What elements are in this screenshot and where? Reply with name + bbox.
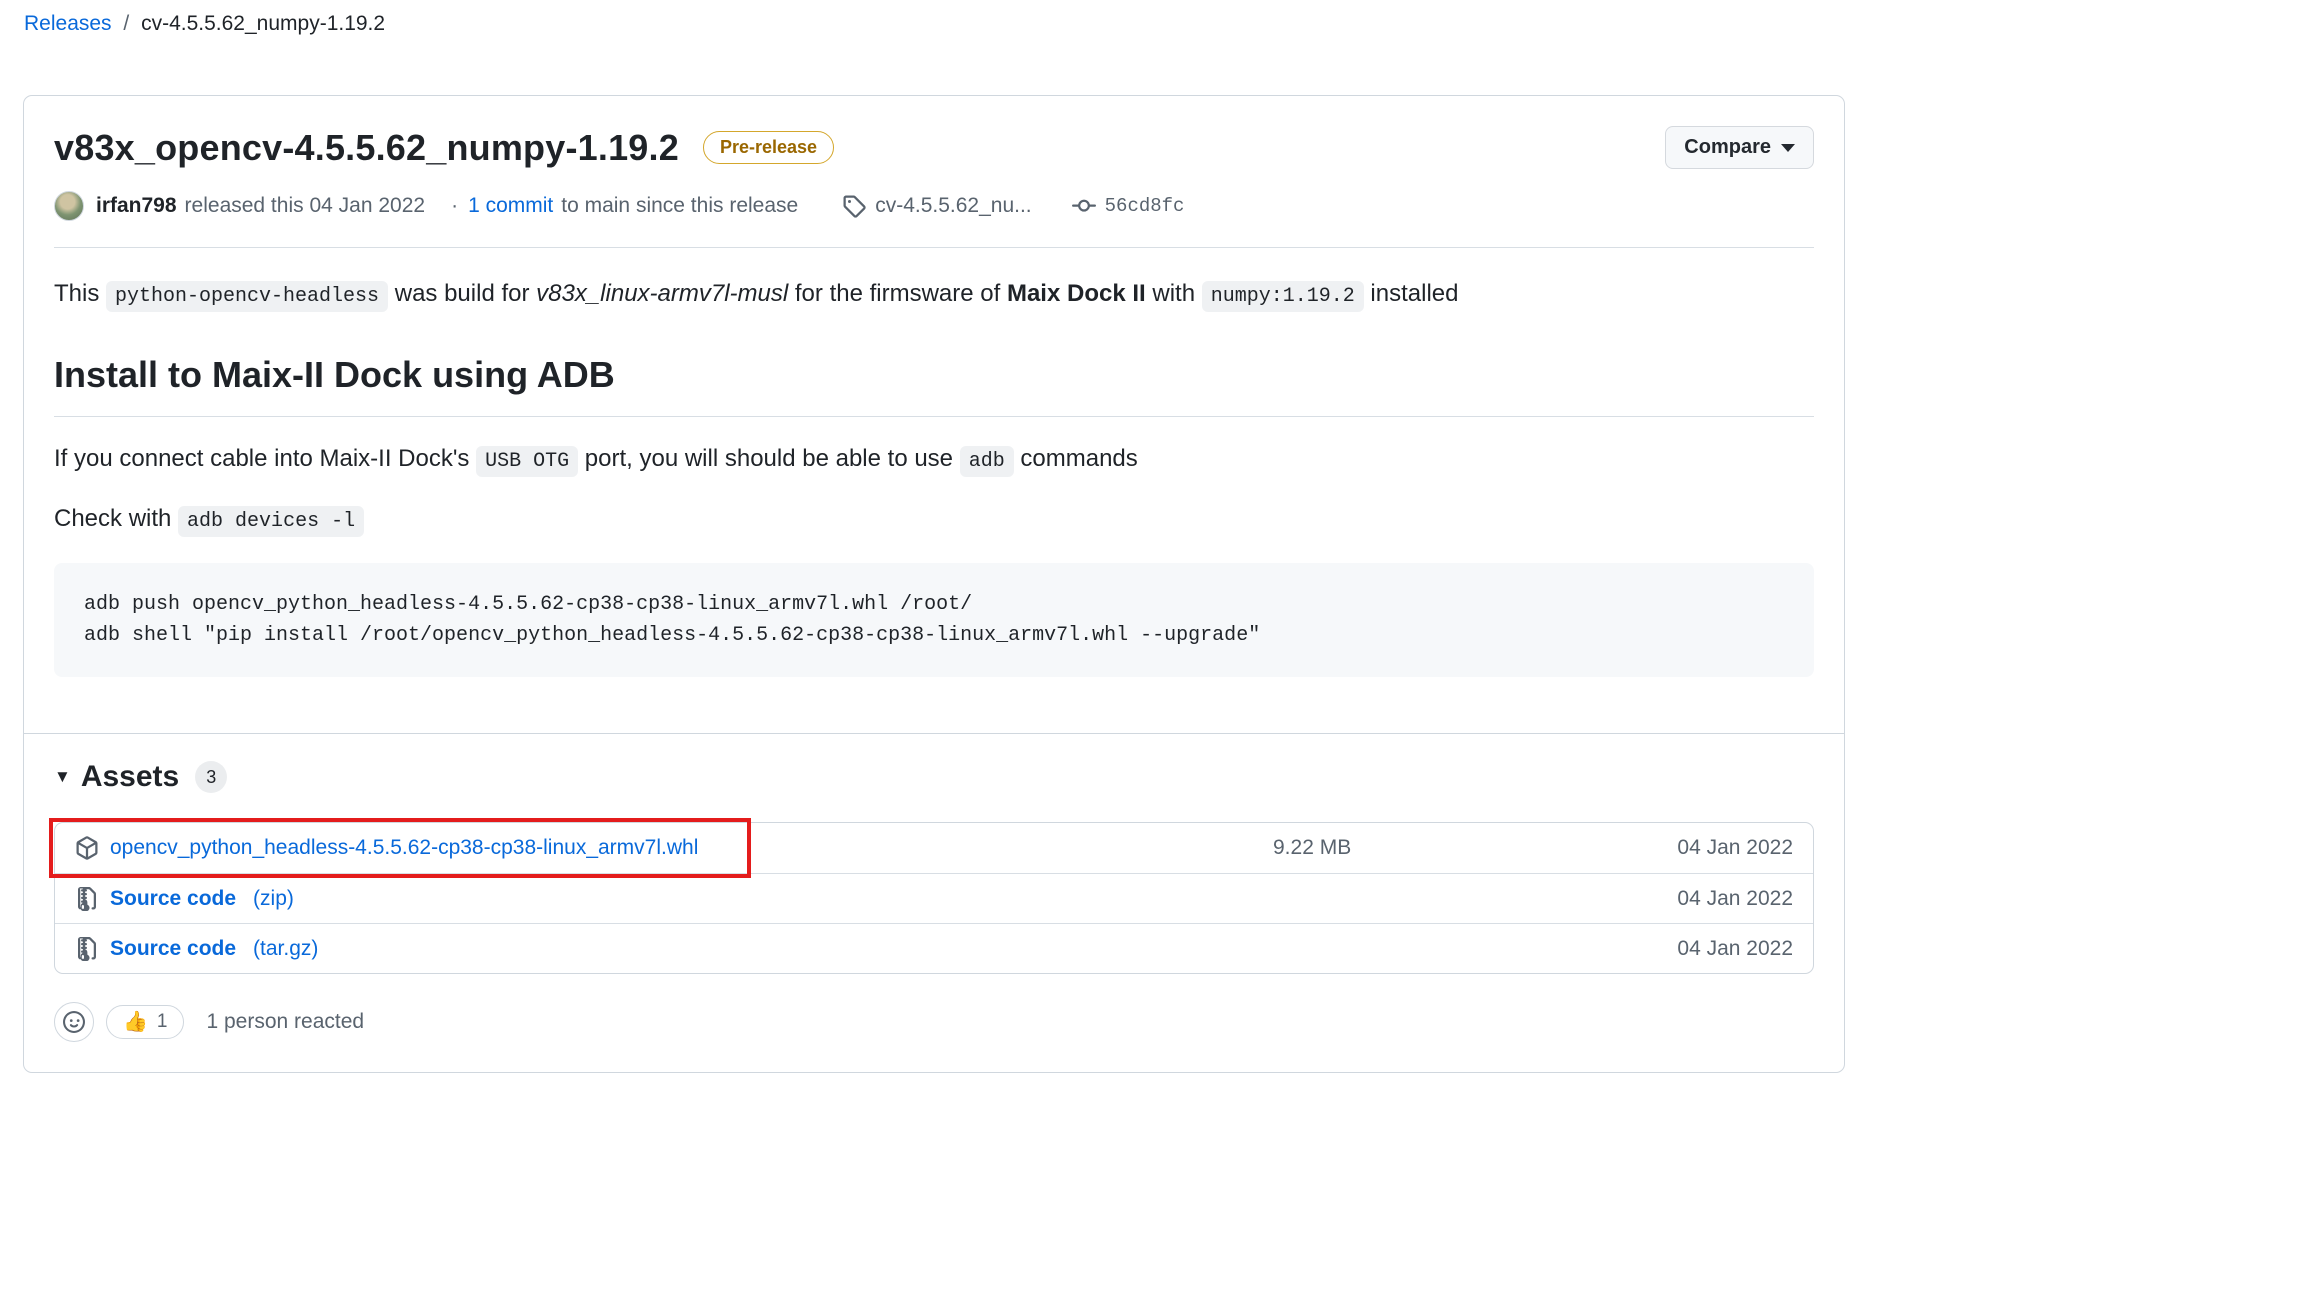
tag-group: cv-4.5.5.62_nu...	[842, 194, 1032, 218]
check-paragraph: Check with adb devices -l	[54, 501, 1814, 537]
release-title: v83x_opencv-4.5.5.62_numpy-1.19.2	[54, 126, 679, 168]
title-row: v83x_opencv-4.5.5.62_numpy-1.19.2 Pre-re…	[54, 126, 1814, 169]
bold-text: Maix Dock II	[1006, 280, 1146, 307]
source-targz-suffix[interactable]: (tar.gz)	[253, 937, 318, 961]
source-targz-link[interactable]: Source code	[110, 937, 236, 961]
assets-count-badge: 3	[195, 761, 228, 793]
asset-row-source-targz[interactable]: Source code (tar.gz) 04 Jan 2022	[55, 923, 1813, 973]
avatar[interactable]	[54, 191, 84, 221]
chevron-down-icon	[1781, 143, 1795, 152]
intro-text: This	[54, 280, 100, 307]
meta-dot: ·	[451, 194, 459, 217]
breadcrumb-releases-link[interactable]: Releases	[24, 12, 112, 35]
smiley-icon	[63, 1011, 85, 1033]
asset-row-source-zip[interactable]: Source code (zip) 04 Jan 2022	[55, 873, 1813, 923]
release-meta: irfan798 released this 04 Jan 2022 · 1 c…	[54, 191, 1814, 221]
commit-group: 56cd8fc	[1071, 194, 1185, 218]
author-name[interactable]: irfan798	[96, 194, 177, 218]
assets-title: Assets	[80, 760, 180, 793]
thumbs-up-reaction-pill[interactable]: 👍 1	[106, 1005, 185, 1039]
asset-download-link[interactable]: opencv_python_headless-4.5.5.62-cp38-cp3…	[110, 836, 698, 860]
section-heading: Install to Maix-II Dock using ADB	[54, 348, 1814, 417]
commit-suffix-text: to main since this release	[561, 194, 799, 217]
add-reaction-button[interactable]	[54, 1002, 94, 1042]
asset-date: 04 Jan 2022	[1677, 836, 1793, 859]
asset-name-cell: Source code (tar.gz)	[75, 936, 1273, 961]
compare-button[interactable]: Compare	[1665, 126, 1814, 169]
release-card: v83x_opencv-4.5.5.62_numpy-1.19.2 Pre-re…	[23, 95, 1845, 1073]
inline-code: python-opencv-headless	[106, 281, 389, 312]
asset-name-cell: opencv_python_headless-4.5.5.62-cp38-cp3…	[75, 836, 1273, 860]
git-commit-icon	[1071, 199, 1096, 212]
inline-code: USB OTG	[476, 446, 579, 477]
thumbs-up-count: 1	[156, 1011, 168, 1032]
asset-date: 04 Jan 2022	[1677, 936, 1793, 960]
release-header: v83x_opencv-4.5.5.62_numpy-1.19.2 Pre-re…	[24, 96, 1844, 248]
assets-section: ▼ Assets 3 opencv_python_headless-4.5.5.…	[24, 733, 1844, 1072]
usb-otg-paragraph: If you connect cable into Maix-II Dock's…	[54, 441, 1814, 477]
commit-sha[interactable]: 56cd8fc	[1105, 195, 1185, 217]
assets-collapse-icon[interactable]: ▼	[54, 767, 71, 787]
compare-button-label: Compare	[1684, 136, 1771, 158]
asset-row-whl[interactable]: opencv_python_headless-4.5.5.62-cp38-cp3…	[49, 818, 1813, 878]
code-line: adb shell "pip install /root/opencv_pyth…	[84, 624, 1261, 647]
code-line: adb push opencv_python_headless-4.5.5.62…	[84, 593, 973, 616]
thumbs-up-icon: 👍	[123, 1011, 148, 1033]
asset-date: 04 Jan 2022	[1677, 886, 1793, 910]
italic-text: v83x_linux-armv7l-musl	[536, 280, 789, 307]
breadcrumb-current: cv-4.5.5.62_numpy-1.19.2	[141, 12, 386, 35]
breadcrumb: Releases / cv-4.5.5.62_numpy-1.19.2	[24, 12, 385, 36]
source-zip-link[interactable]: Source code	[110, 887, 236, 911]
inline-code: adb	[959, 446, 1014, 477]
released-text: released this 04 Jan 2022	[184, 194, 426, 217]
asset-size: 9.22 MB	[1273, 836, 1352, 859]
intro-paragraph: This python-opencv-headless was build fo…	[54, 276, 1814, 312]
inline-code: numpy:1.19.2	[1201, 281, 1364, 312]
inline-code: adb devices -l	[178, 506, 365, 537]
code-block[interactable]: adb push opencv_python_headless-4.5.5.62…	[54, 563, 1814, 677]
prerelease-badge: Pre-release	[702, 131, 835, 164]
file-zip-icon	[77, 936, 96, 961]
commit-count-link[interactable]: 1 commit	[468, 194, 553, 218]
assets-table: opencv_python_headless-4.5.5.62-cp38-cp3…	[49, 818, 1814, 974]
assets-header: ▼ Assets 3	[54, 760, 1814, 794]
package-icon	[76, 836, 98, 860]
source-zip-suffix[interactable]: (zip)	[253, 887, 294, 911]
tag-icon	[843, 195, 866, 218]
tag-name: cv-4.5.5.62_nu...	[875, 194, 1032, 217]
breadcrumb-separator: /	[123, 12, 130, 35]
asset-name-cell: Source code (zip)	[75, 886, 1273, 911]
reaction-summary-text: 1 person reacted	[206, 1010, 365, 1033]
release-body: This python-opencv-headless was build fo…	[24, 248, 1844, 677]
file-zip-icon	[77, 886, 96, 911]
release-page: Releases / cv-4.5.5.62_numpy-1.19.2 v83x…	[0, 0, 2304, 1296]
reactions-row: 👍 1 1 person reacted	[54, 1002, 1814, 1042]
